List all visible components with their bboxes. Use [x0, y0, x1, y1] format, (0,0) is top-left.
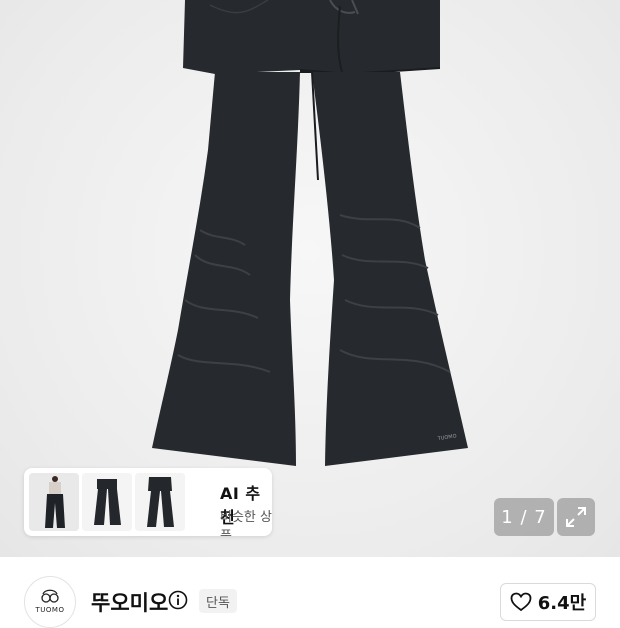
skirt-pants-photo-icon [135, 473, 185, 531]
exclusive-badge: 단독 [199, 589, 237, 613]
heart-icon [510, 592, 532, 612]
ai-recommend-subtitle: 비슷한 상품 [220, 510, 272, 536]
image-counter: 1 / 7 [494, 498, 554, 536]
like-count: 6.4만 [537, 593, 587, 614]
ai-recommend-card[interactable]: AI 추천 비슷한 상품 [24, 468, 272, 536]
ai-thumb-3[interactable] [135, 473, 185, 531]
brand-logo[interactable]: TUOMO [24, 576, 76, 628]
ai-thumb-2[interactable] [82, 473, 132, 531]
ai-thumb-1[interactable] [29, 473, 79, 531]
expand-icon [566, 507, 586, 527]
model-photo-icon [29, 473, 79, 531]
expand-button[interactable] [557, 498, 595, 536]
brand-logo-text: TUOMO [35, 606, 65, 614]
brand-name[interactable]: 뚜오미오 [91, 587, 168, 617]
pants-photo-icon [82, 473, 132, 531]
like-button[interactable]: 6.4만 [500, 583, 596, 621]
product-image[interactable]: TUOMO AI 추천 비슷한 상 1 / 7 [0, 0, 620, 557]
info-icon[interactable] [168, 590, 188, 610]
